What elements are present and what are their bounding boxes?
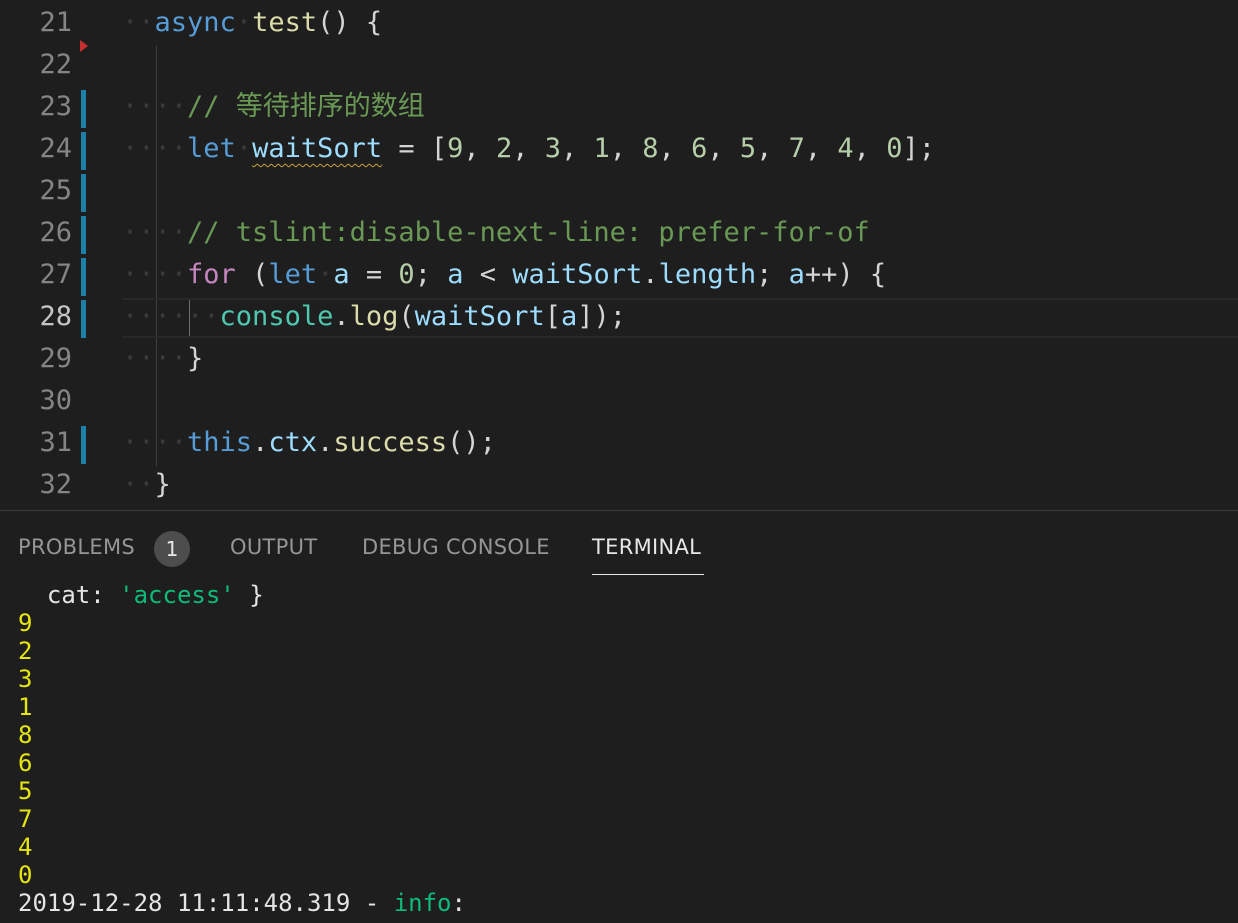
- problems-count-badge: 1: [154, 531, 190, 567]
- panel-tabs: PROBLEMS 1 OUTPUT DEBUG CONSOLE TERMINAL: [0, 511, 1238, 577]
- code-line-32[interactable]: 32 ··}: [0, 464, 1238, 506]
- line-number: 21: [39, 7, 72, 38]
- terminal-line: cat: 'access' }: [18, 581, 264, 609]
- git-change-indicator[interactable]: [81, 174, 86, 212]
- code-text: ··}: [122, 469, 171, 500]
- git-change-indicator[interactable]: [81, 216, 86, 254]
- terminal-line: 2019-12-28 11:11:48.319 - info:: [18, 889, 466, 917]
- code-line-28[interactable]: 28 ······console.log(waitSort[a]);: [0, 296, 1238, 338]
- terminal-line: 1: [18, 693, 33, 721]
- tab-output[interactable]: OUTPUT: [230, 535, 317, 559]
- terminal-line: 5: [18, 777, 33, 805]
- tab-problems[interactable]: PROBLEMS: [18, 535, 135, 559]
- code-text: ····for (let·a = 0; a < waitSort.length;…: [122, 259, 887, 290]
- terminal-line: 6: [18, 749, 33, 777]
- code-line-29[interactable]: 29 ····}: [0, 338, 1238, 380]
- line-number: 30: [39, 385, 72, 416]
- git-change-indicator[interactable]: [81, 258, 86, 296]
- line-number: 25: [39, 175, 72, 206]
- code-text: ····}: [122, 343, 204, 374]
- code-line-24[interactable]: 24 ····let·waitSort = [9, 2, 3, 1, 8, 6,…: [0, 128, 1238, 170]
- terminal-line: 9: [18, 609, 33, 637]
- code-line-27[interactable]: 27 ····for (let·a = 0; a < waitSort.leng…: [0, 254, 1238, 296]
- breakpoint-marker-icon[interactable]: [80, 40, 88, 52]
- code-editor[interactable]: 21 ··async·test() { 22 23 ····// 等待排序的数组…: [0, 0, 1238, 510]
- git-change-indicator[interactable]: [81, 300, 86, 338]
- git-change-indicator[interactable]: [81, 426, 86, 464]
- bottom-panel: PROBLEMS 1 OUTPUT DEBUG CONSOLE TERMINAL…: [0, 510, 1238, 923]
- lint-warning-squiggle: waitSort: [252, 133, 383, 164]
- line-number: 28: [39, 301, 72, 332]
- line-number: 31: [39, 427, 72, 458]
- code-line-31[interactable]: 31 ····this.ctx.success();: [0, 422, 1238, 464]
- tab-debug-console[interactable]: DEBUG CONSOLE: [362, 535, 550, 559]
- tab-terminal[interactable]: TERMINAL: [592, 535, 701, 559]
- line-number: 32: [39, 469, 72, 500]
- code-text: ····this.ctx.success();: [122, 427, 496, 458]
- code-text: ······console.log(waitSort[a]);: [122, 301, 627, 332]
- code-text: ····// tslint:disable-next-line: prefer-…: [122, 217, 870, 248]
- code-line-26[interactable]: 26 ····// tslint:disable-next-line: pref…: [0, 212, 1238, 254]
- line-number: 29: [39, 343, 72, 374]
- line-number: 26: [39, 217, 72, 248]
- line-number: 22: [39, 49, 72, 80]
- terminal-line: 8: [18, 721, 33, 749]
- terminal-line: 0: [18, 861, 33, 889]
- git-change-indicator[interactable]: [81, 90, 86, 128]
- terminal-line: 2: [18, 637, 33, 665]
- code-line-22[interactable]: 22: [0, 40, 1238, 86]
- code-line-23[interactable]: 23 ····// 等待排序的数组: [0, 86, 1238, 128]
- terminal-line: 7: [18, 805, 33, 833]
- code-line-25[interactable]: 25: [0, 170, 1238, 212]
- line-number: 27: [39, 259, 72, 290]
- line-number: 24: [39, 133, 72, 164]
- line-number: 23: [39, 91, 72, 122]
- code-line-21[interactable]: 21 ··async·test() {: [0, 2, 1238, 44]
- code-text: ····let·waitSort = [9, 2, 3, 1, 8, 6, 5,…: [122, 133, 935, 164]
- terminal-line: 3: [18, 665, 33, 693]
- code-text: ····// 等待排序的数组: [122, 91, 425, 122]
- git-change-indicator[interactable]: [81, 132, 86, 170]
- code-text: ··async·test() {: [122, 7, 383, 38]
- terminal-line: 4: [18, 833, 33, 861]
- active-tab-indicator: [592, 574, 704, 575]
- code-line-30[interactable]: 30: [0, 380, 1238, 422]
